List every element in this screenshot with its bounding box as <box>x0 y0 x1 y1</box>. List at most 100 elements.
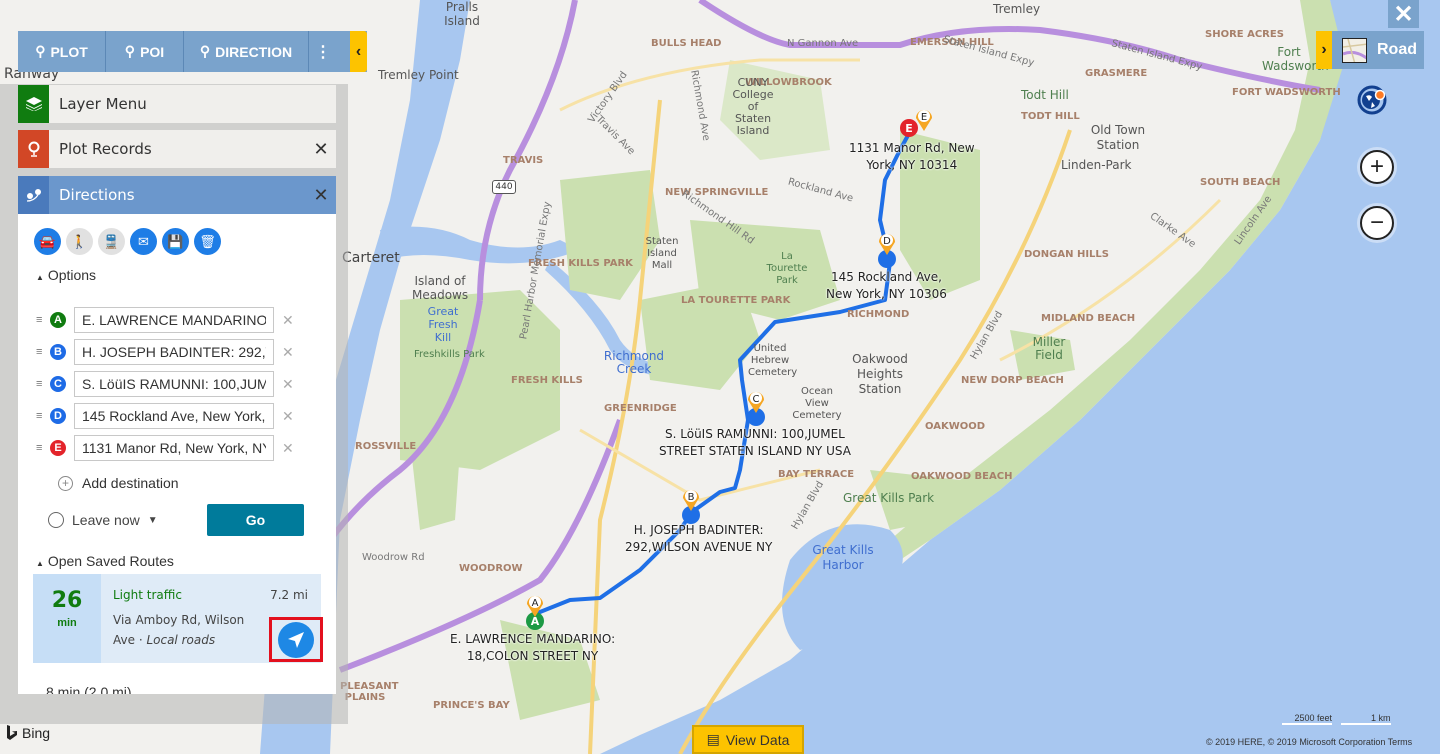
add-destination-button[interactable]: + Add destination <box>58 475 179 491</box>
map-label-bulls-head: BULLS HEAD <box>651 38 722 49</box>
list-icon: ▤ <box>706 731 720 747</box>
remove-waypoint-icon[interactable]: ✕ <box>282 440 294 457</box>
panel-layer-menu[interactable]: Layer Menu <box>18 85 336 123</box>
map-label-oakwood-heights-station: Oakwood Heights Station <box>852 352 908 396</box>
poi-user-pin-icon: ⚲ <box>124 43 136 59</box>
email-button[interactable]: ✉ <box>130 228 157 255</box>
waypoint-b-input[interactable] <box>74 339 274 365</box>
chevron-left-icon: ‹ <box>355 42 362 60</box>
map-label-south-beach: SOUTH BEACH <box>1200 177 1281 188</box>
remove-waypoint-icon[interactable]: ✕ <box>282 376 294 393</box>
waypoint-row: ≡ C ✕ <box>36 371 294 397</box>
drag-handle-icon[interactable]: ≡ <box>36 410 50 422</box>
pin-c-label: S. LöüIS RAMUNNI: 100,JUMEL STREET STATEN… <box>659 427 851 458</box>
open-saved-routes-toggle[interactable]: ▲ Open Saved Routes <box>36 553 174 569</box>
route-distance: 7.2 mi <box>270 588 308 602</box>
kebab-icon: ⋮ <box>315 43 331 61</box>
car-icon: 🚘 <box>39 233 56 249</box>
plot-button[interactable]: ⚲ PLOT <box>18 31 106 72</box>
map-label-la-tourette-park: LA TOURETTE PARK <box>681 295 791 306</box>
map-label-old-town-station: Old Town Station <box>1090 123 1146 152</box>
map-label-tremley: Tremley <box>993 2 1041 16</box>
transit-mode-button[interactable]: 🚆 <box>98 228 125 255</box>
route-shield-440: 440 <box>492 180 516 194</box>
waypoint-c-input[interactable] <box>74 371 274 397</box>
map-label-todt-hill-park: Todt Hill <box>1021 88 1069 102</box>
panel-plot-records[interactable]: Plot Records ✕ <box>18 130 336 168</box>
map-label-rossville: ROSSVILLE <box>355 441 417 452</box>
direction-button[interactable]: ⚲ DIRECTION <box>184 31 309 72</box>
pin-a[interactable]: A A <box>522 592 548 632</box>
road-map-thumbnail-icon <box>1342 37 1367 63</box>
drag-handle-icon[interactable]: ≡ <box>36 442 50 454</box>
map-label-woodrow: WOODROW <box>459 563 523 574</box>
close-plot-records-button[interactable]: ✕ <box>306 139 336 160</box>
more-menu-button[interactable]: ⋮ <box>309 31 337 72</box>
go-button[interactable]: Go <box>207 504 304 536</box>
remove-waypoint-icon[interactable]: ✕ <box>282 344 294 361</box>
waypoint-d-input[interactable] <box>74 403 274 429</box>
route-via: Via Amboy Rd, Wilson Ave · Local roads <box>113 613 245 647</box>
waypoint-e-input[interactable] <box>74 435 274 461</box>
map-label-n-gannon-ave: N Gannon Ave <box>787 38 859 49</box>
pin-b-label: H. JOSEPH BADINTER: 292,WILSON AVENUE NY <box>625 523 773 554</box>
map-style-selector[interactable]: › Road <box>1316 31 1424 69</box>
map-label-new-dorp-beach: NEW DORP BEACH <box>961 375 1064 386</box>
save-route-button[interactable]: 💾 <box>162 228 189 255</box>
pin-d-label: 145 Rockland Ave, New York, NY 10306 <box>826 270 947 301</box>
collapse-toolbar-button[interactable]: ‹ <box>350 31 367 72</box>
bing-icon <box>7 725 17 740</box>
map-label-miller-field: Miller Field <box>1032 335 1066 362</box>
drag-handle-icon[interactable]: ≡ <box>36 378 50 390</box>
svg-text:B: B <box>688 492 695 503</box>
pin-icon <box>18 130 49 168</box>
travel-mode-bar: 🚘 🚶 🚆 ✉ 💾 🗑 <box>34 228 221 255</box>
remove-waypoint-icon[interactable]: ✕ <box>282 312 294 329</box>
drag-handle-icon[interactable]: ≡ <box>36 346 50 358</box>
locate-globe-icon[interactable] <box>1355 82 1391 118</box>
top-toolbar: ⚲ PLOT ⚲ POI ⚲ DIRECTION ⋮ ‹ <box>18 31 367 72</box>
caret-down-icon: ▼ <box>147 514 158 526</box>
pin-d[interactable]: D <box>874 230 900 270</box>
route-duration: 26 min <box>33 574 101 663</box>
directions-panel: 🚘 🚶 🚆 ✉ 💾 🗑 ▲ Options ≡ A ✕ ≡ B ✕ ≡ C ✕ … <box>18 214 336 694</box>
map-label-ocean-view-cemetery: Ocean View Cemetery <box>792 386 842 421</box>
svg-text:D: D <box>883 236 891 247</box>
delete-route-button[interactable]: 🗑 <box>194 228 221 255</box>
remove-waypoint-icon[interactable]: ✕ <box>282 408 294 425</box>
train-icon: 🚆 <box>103 233 120 249</box>
route-icon: ⚲ <box>199 43 211 59</box>
svg-text:E: E <box>921 112 927 123</box>
drag-handle-icon[interactable]: ≡ <box>36 314 50 326</box>
view-data-button[interactable]: ▤ View Data <box>692 725 804 754</box>
walking-mode-button[interactable]: 🚶 <box>66 228 93 255</box>
layers-icon <box>18 85 49 123</box>
pin-b[interactable]: B <box>678 486 704 526</box>
panel-directions[interactable]: Directions ✕ <box>18 176 336 214</box>
poi-button[interactable]: ⚲ POI <box>106 31 184 72</box>
map-label-oakwood: OAKWOOD <box>925 421 986 432</box>
map-label-pralls-island: Pralls Island <box>444 0 480 28</box>
waypoint-a-input[interactable] <box>74 307 274 333</box>
close-directions-button[interactable]: ✕ <box>306 185 336 206</box>
map-copyright[interactable]: © 2019 HERE, © 2019 Microsoft Corporatio… <box>1206 737 1412 747</box>
map-label-great-kills-harbor: Great Kills Harbor <box>812 543 874 572</box>
map-label-midland-beach: MIDLAND BEACH <box>1041 313 1136 324</box>
zoom-out-button[interactable]: − <box>1360 206 1394 240</box>
start-navigation-button[interactable] <box>269 617 323 662</box>
map-label-greenridge: GREENRIDGE <box>604 403 677 414</box>
pin-c[interactable]: C <box>743 388 769 428</box>
map-label-princes-bay: PRINCE'S BAY <box>433 700 510 711</box>
driving-mode-button[interactable]: 🚘 <box>34 228 61 255</box>
map-label-fort-wadsworth-park: Fort Wadsworth <box>1262 45 1329 73</box>
options-toggle[interactable]: ▲ Options <box>36 267 96 283</box>
close-map-button[interactable]: ✕ <box>1388 0 1419 28</box>
map-scale: 2500 feet 1 km <box>1282 713 1391 725</box>
leave-now-dropdown[interactable]: Leave now ▼ <box>48 512 158 528</box>
map-label-oakwood-beach: OAKWOOD BEACH <box>911 471 1013 482</box>
chevron-right-icon: › <box>1316 31 1332 69</box>
alternate-route[interactable]: 8 min (2.0 mi) <box>46 684 132 694</box>
svg-text:C: C <box>753 394 760 405</box>
zoom-in-button[interactable]: + <box>1360 150 1394 184</box>
floppy-disk-icon: 💾 <box>167 233 184 249</box>
